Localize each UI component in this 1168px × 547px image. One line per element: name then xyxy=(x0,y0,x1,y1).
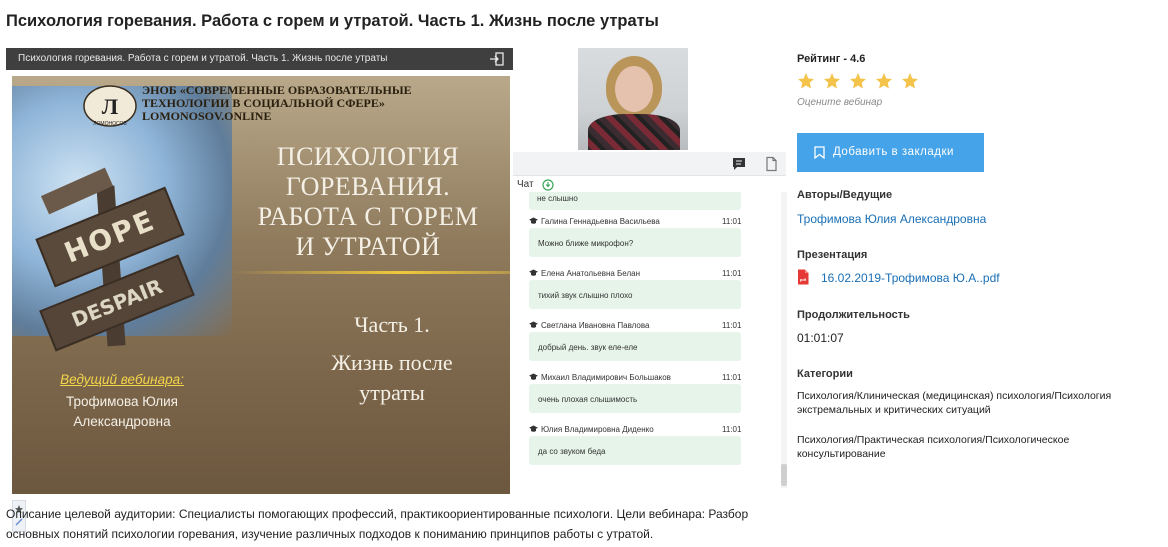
chat-author-name: Михаил Владимирович Большаков xyxy=(541,373,671,382)
slide-host-line: Александровна xyxy=(73,414,171,429)
add-bookmark-label: Добавить в закладки xyxy=(833,146,954,158)
pdf-file-icon[interactable]: pdf xyxy=(797,269,809,285)
chat-message-author: Светлана Ивановна Павлова xyxy=(529,321,739,330)
webcam-shirt xyxy=(588,114,680,150)
page-title: Психология горевания. Работа с горем и у… xyxy=(6,12,659,30)
chat-message-time: 11:01 xyxy=(722,217,742,226)
webcam-face xyxy=(615,66,653,112)
exit-fullscreen-icon[interactable] xyxy=(489,51,505,67)
slide-title-line: РАБОТА С ГОРЕМ xyxy=(257,202,479,231)
svg-text:ЛОМОНОСОВ: ЛОМОНОСОВ xyxy=(93,121,127,127)
player-title: Психология горевания. Работа с горем и у… xyxy=(18,53,388,64)
chat-author-name: Галина Геннадьевна Васильева xyxy=(541,217,660,226)
rating-stars[interactable] xyxy=(797,72,919,90)
slide-subtitle-line: утраты xyxy=(359,380,425,405)
webinar-player[interactable]: Психология горевания. Работа с горем и у… xyxy=(6,48,513,532)
slide-host-line: Трофимова Юлия xyxy=(66,394,178,409)
slide-part: Часть 1. xyxy=(354,312,430,337)
rating-label: Рейтинг - 4.6 xyxy=(797,53,866,65)
star-filled-icon[interactable] xyxy=(823,72,841,90)
graduation-cap-icon xyxy=(529,217,538,224)
chat-tabs xyxy=(513,152,786,176)
chat-scrollbar[interactable] xyxy=(781,192,787,488)
star-filled-icon[interactable] xyxy=(797,72,815,90)
chat-message-bubble: не слышно xyxy=(529,192,741,210)
duration-value: 01:01:07 xyxy=(797,331,844,345)
document-tab-icon[interactable] xyxy=(763,156,779,172)
player-title-bar: Психология горевания. Работа с горем и у… xyxy=(6,48,513,70)
svg-text:pdf: pdf xyxy=(800,277,807,282)
svg-text:Л: Л xyxy=(102,94,119,119)
chat-author-name: Юлия Владимировна Диденко xyxy=(541,425,654,434)
slide-subtitle-line: Жизнь после xyxy=(331,350,453,375)
chat-scrollbar-thumb[interactable] xyxy=(781,464,787,486)
star-filled-icon[interactable] xyxy=(849,72,867,90)
author-link[interactable]: Трофимова Юлия Александровна xyxy=(797,212,986,226)
chat-message-bubble: да со звуком беда xyxy=(529,436,741,465)
categories-label: Категории xyxy=(797,368,853,380)
chat-author-name: Елена Анатольевна Белан xyxy=(541,269,641,278)
lomonosov-logo: Л ЛОМОНОСОВ xyxy=(83,85,137,127)
star-filled-icon[interactable] xyxy=(901,72,919,90)
org-site: LOMONOSOV.ONLINE xyxy=(142,109,272,123)
chat-message-list[interactable]: не слышно Галина Геннадьевна Васильева 11… xyxy=(513,192,783,488)
chat-message-author: Михаил Владимирович Большаков xyxy=(529,373,739,382)
chat-info-icon[interactable] xyxy=(542,179,554,191)
chat-label: Чат xyxy=(517,179,534,190)
slide-host-label: Ведущий вебинара: xyxy=(60,372,184,387)
chat-message-author: Галина Геннадьевна Васильева xyxy=(529,217,739,226)
slide-title-line: И УТРАТОЙ xyxy=(295,232,441,261)
chat-message-bubble: тихий звук слышно плохо xyxy=(529,280,741,309)
graduation-cap-icon xyxy=(529,321,538,328)
slide-organization: ЭНОБ «СОВРЕМЕННЫЕ ОБРАЗОВАТЕЛЬНЫЕ ТЕХНОЛ… xyxy=(142,84,462,123)
webinar-description: Описание целевой аудитории: Специалисты … xyxy=(6,507,749,541)
chat-message-bubble: очень плохая слышимость xyxy=(529,384,741,413)
presentation-slide: HOPE DESPAIR Л ЛОМОНОСОВ ЭНОБ «СОВРЕМЕНН… xyxy=(12,76,510,494)
add-bookmark-button[interactable]: Добавить в закладки xyxy=(797,133,984,172)
presentation-label: Презентация xyxy=(797,249,868,261)
chat-tab-icon[interactable] xyxy=(731,156,747,172)
chat-message-time: 11:01 xyxy=(722,373,742,382)
slide-divider xyxy=(232,271,510,274)
slide-title-line: ПСИХОЛОГИЯ xyxy=(276,142,460,171)
rate-webinar-hint: Оцените вебинар xyxy=(797,97,883,108)
graduation-cap-icon xyxy=(529,373,538,380)
chat-message-author: Елена Анатольевна Белан xyxy=(529,269,739,278)
slide-main-title: ПСИХОЛОГИЯ ГОРЕВАНИЯ. РАБОТА С ГОРЕМ И У… xyxy=(232,142,504,262)
graduation-cap-icon xyxy=(529,269,538,276)
slide-part-subtitle: Жизнь после утраты xyxy=(282,348,502,408)
duration-label: Продолжительность xyxy=(797,309,910,321)
authors-label: Авторы/Ведущие xyxy=(797,189,893,201)
chat-message-bubble: Можно ближе микрофон? xyxy=(529,228,741,257)
slide-host-name: Трофимова Юлия Александровна xyxy=(32,392,212,432)
category-link[interactable]: Психология/Клиническая (медицинская) пси… xyxy=(797,389,1142,417)
chat-message-author: Юлия Владимировна Диденко xyxy=(529,425,739,434)
graduation-cap-icon xyxy=(529,425,538,432)
chat-message-time: 11:01 xyxy=(722,425,742,434)
chat-message-time: 11:01 xyxy=(722,269,742,278)
presentation-file-link[interactable]: 16.02.2019-Трофимова Ю.А..pdf xyxy=(821,271,1000,285)
chat-author-name: Светлана Ивановна Павлова xyxy=(541,321,650,330)
slide-title-line: ГОРЕВАНИЯ. xyxy=(285,172,451,201)
category-link[interactable]: Психология/Практическая психология/Психо… xyxy=(797,433,1142,461)
bookmark-icon xyxy=(814,146,825,159)
star-filled-icon[interactable] xyxy=(875,72,893,90)
chat-message-bubble: добрый день. звук еле-еле xyxy=(529,332,741,361)
presenter-webcam xyxy=(578,48,688,150)
chat-message-time: 11:01 xyxy=(722,321,742,330)
